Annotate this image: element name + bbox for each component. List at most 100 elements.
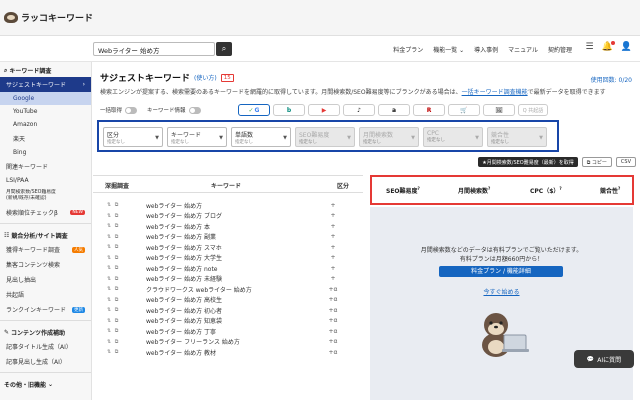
filter-keyword[interactable]: キーワード 指定なし ▼ — [167, 127, 227, 147]
copy-button[interactable]: ⧉ コピー — [581, 157, 612, 167]
col-monthly-volume[interactable]: 月間検索数? — [458, 186, 490, 195]
type-cell: +α — [328, 285, 338, 293]
engine-images[interactable]: 🖼 — [483, 104, 515, 116]
nav-features[interactable]: 機能一覧 ⌄ — [433, 45, 464, 54]
engine-youtube[interactable]: ▶ — [308, 104, 340, 116]
engine-rakuten[interactable]: R — [413, 104, 445, 116]
sidebar-item-rankin[interactable]: ランクインキーワード 更新 — [0, 302, 91, 317]
deep-dive-icons[interactable]: ⇅ ⧉ — [93, 244, 123, 250]
cooccurrence-button[interactable]: Q 共起語 — [518, 104, 548, 116]
sidebar-item-ai-heading[interactable]: 記事見出し生成（AI） — [0, 354, 91, 369]
toggle-switch[interactable] — [188, 106, 201, 114]
deep-dive-icons[interactable]: ⇅ ⧉ — [93, 286, 123, 292]
keyword-cell[interactable]: webライター 始め方 初心者 — [123, 306, 313, 315]
deep-dive-icons[interactable]: ⇅ ⧉ — [93, 297, 123, 303]
engine-google[interactable]: ✓ G — [238, 104, 270, 116]
deep-dive-icons[interactable]: ⇅ ⧉ — [93, 318, 123, 324]
col-seo-difficulty[interactable]: SEO難易度? — [386, 186, 420, 195]
deep-dive-icons[interactable]: ⇅ ⧉ — [93, 307, 123, 313]
csv-button[interactable]: CSV — [615, 157, 636, 167]
deep-dive-icons[interactable]: ⇅ ⧉ — [93, 349, 123, 355]
engine-amazon[interactable]: a — [378, 104, 410, 116]
deep-dive-icons[interactable]: ⇅ ⧉ — [93, 339, 123, 345]
col-type[interactable]: 区分 — [337, 181, 349, 190]
col-competition[interactable]: 競合性? — [600, 186, 620, 195]
logo[interactable]: ラッコキーワード — [4, 11, 93, 24]
keyword-cell[interactable]: webライター 始め方 ブログ — [123, 211, 313, 220]
engine-shopping[interactable]: 🛒 — [448, 104, 480, 116]
deep-dive-icons[interactable]: ⇅ ⧉ — [93, 328, 123, 334]
sidebar-item-rakuten[interactable]: 楽天 — [0, 131, 91, 146]
sidebar-section-other[interactable]: その他・旧機能 ⌄ — [0, 376, 91, 391]
keyword-cell[interactable]: webライター 始め方 高校生 — [123, 295, 313, 304]
deep-dive-icons[interactable]: ⇅ ⧉ — [93, 223, 123, 229]
deep-dive-icons[interactable]: ⇅ ⧉ — [93, 276, 123, 282]
keyword-cell[interactable]: webライター 始め方 スマホ — [123, 243, 313, 252]
nav-contract[interactable]: 契約管理 — [548, 45, 572, 54]
type-cell: + — [330, 254, 336, 262]
sidebar-item-ai-title[interactable]: 記事タイトル生成（AI） — [0, 339, 91, 354]
fetch-metrics-button[interactable]: ★月間検索数/SEO難易度（最新）を取得 — [478, 157, 578, 167]
keyword-cell[interactable]: webライター 始め方 本 — [123, 222, 313, 231]
bulk-toggle[interactable]: 一括取得 — [100, 106, 138, 114]
sidebar-item-content-search[interactable]: 集客コンテンツ検索 — [0, 257, 91, 272]
type-cell: + — [330, 275, 336, 283]
search-icon: ⌕ — [4, 66, 8, 74]
keyword-cell[interactable]: webライター 始め方 — [123, 201, 313, 210]
filter-type[interactable]: 区分 指定なし ▼ — [103, 127, 163, 147]
sidebar-item-acquired[interactable]: 獲得キーワード調査 人気 — [0, 242, 91, 257]
type-cell: + — [330, 233, 336, 241]
sidebar-item-related[interactable]: 関連キーワード — [0, 159, 91, 174]
start-now-link[interactable]: 今すぐ始める — [370, 287, 633, 296]
keyword-cell[interactable]: webライター 始め方 教材 — [123, 348, 313, 357]
deep-dive-icons[interactable]: ⇅ ⧉ — [93, 213, 123, 219]
engine-bing[interactable]: b — [273, 104, 305, 116]
deep-dive-icons[interactable]: ⇅ ⧉ — [93, 255, 123, 261]
chevron-down-icon: ⌄ — [48, 381, 54, 388]
sidebar-item-youtube[interactable]: YouTube — [0, 105, 91, 118]
locked-panel: 月間検索数などのデータは有料プランでご覧いただけます。 有料プランは月額660円… — [370, 207, 633, 400]
plan-details-button[interactable]: 料金プラン / 機能詳細 — [439, 266, 563, 277]
keyword-cell[interactable]: webライター 始め方 大学生 — [123, 253, 313, 262]
search-button[interactable]: ⌕ — [216, 42, 232, 56]
sidebar-item-lsi[interactable]: LSI/PAA — [0, 174, 91, 187]
deep-dive-icons[interactable]: ⇅ ⧉ — [93, 234, 123, 240]
howto-link[interactable]: (使い方) — [194, 73, 217, 82]
deep-dive-icons[interactable]: ⇅ ⧉ — [93, 202, 123, 208]
deep-dive-icons[interactable]: ⇅ ⧉ — [93, 265, 123, 271]
table-row: ⇅ ⧉ webライター 始め方 + — [93, 200, 363, 211]
filter-word-count[interactable]: 単語数 指定なし ▼ — [231, 127, 291, 147]
nav-manual[interactable]: マニュアル — [508, 45, 538, 54]
col-keyword: キーワード — [211, 183, 242, 190]
bell-icon[interactable]: 🔔 — [602, 41, 615, 52]
nav-cases[interactable]: 導入事例 — [474, 45, 498, 54]
keyword-cell[interactable]: webライター 始め方 知恵袋 — [123, 316, 313, 325]
keyword-cell[interactable]: クラウドワークス webライター 始め方 — [123, 285, 313, 294]
keyword-cell[interactable]: webライター 始め方 note — [123, 264, 313, 273]
keyword-cell[interactable]: webライター 始め方 丁寧 — [123, 327, 313, 336]
count-badge: 15 — [220, 73, 234, 82]
sidebar-item-suggest[interactable]: サジェストキーワード › — [0, 77, 91, 92]
sidebar-item-volume[interactable]: 月間検索数/SEO難易度 (新規/既存/未確認) — [0, 187, 91, 205]
sidebar-item-amazon[interactable]: Amazon — [0, 118, 91, 131]
type-cell: + — [330, 264, 336, 272]
menu-icon[interactable]: ☰ — [585, 42, 593, 52]
col-cpc[interactable]: CPC（$）? — [530, 186, 562, 195]
ai-question-button[interactable]: 💬 AIに質問 — [574, 350, 634, 368]
sidebar-item-rank-check[interactable]: 検索順位チェックβ NEW — [0, 205, 91, 220]
sidebar-item-google[interactable]: Google — [0, 92, 91, 105]
keyword-cell[interactable]: webライター フリーランス 始め方 — [123, 337, 313, 346]
keyword-cell[interactable]: webライター 始め方 副業 — [123, 232, 313, 241]
bulk-keyword-link[interactable]: 一括キーワード調査機能 — [462, 89, 528, 96]
search-input[interactable]: Webライター 始め方 — [93, 42, 215, 56]
sidebar-item-cooccurrence[interactable]: 共起語 — [0, 287, 91, 302]
nav-pricing[interactable]: 料金プラン — [393, 45, 423, 54]
keyword-info-toggle[interactable]: キーワード情報 — [147, 106, 201, 114]
toggle-switch[interactable] — [125, 106, 138, 114]
engine-tiktok[interactable]: ♪ — [343, 104, 375, 116]
user-icon[interactable]: 👤 — [621, 42, 632, 52]
sidebar-item-headings[interactable]: 見出し抽出 — [0, 272, 91, 287]
keyword-cell[interactable]: webライター 始め方 未経験 — [123, 274, 313, 283]
type-cell: +α — [328, 317, 338, 325]
sidebar-item-bing[interactable]: Bing — [0, 146, 91, 159]
